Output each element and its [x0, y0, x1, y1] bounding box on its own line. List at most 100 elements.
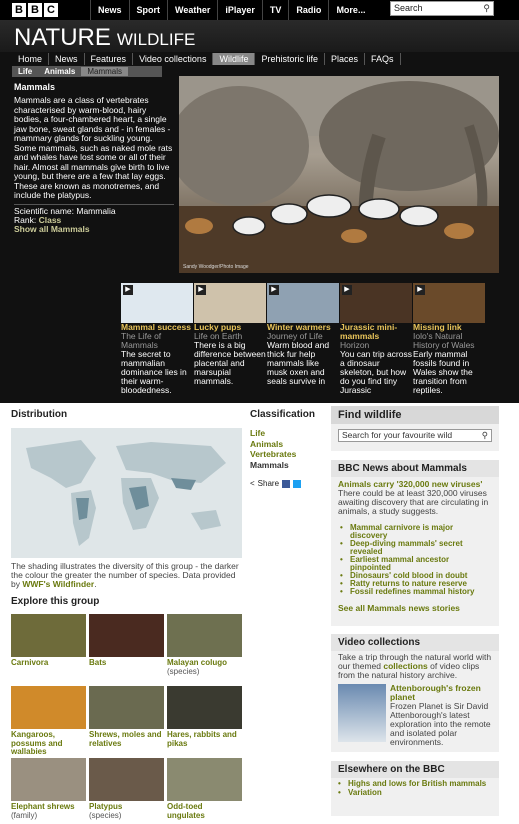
explore-item[interactable]: Shrews, moles and relatives	[89, 686, 164, 748]
carousel-item[interactable]: ▶ Winter warmers Journey of Life Warm bloo…	[267, 283, 339, 398]
explore-thumbnail[interactable]	[89, 686, 164, 729]
explore-thumbnail[interactable]	[167, 758, 242, 801]
nav-sport[interactable]: Sport	[128, 0, 168, 20]
play-icon[interactable]: ▶	[123, 285, 133, 295]
explore-label[interactable]: Kangaroos, possums and wallabies	[11, 730, 86, 757]
nav-weather[interactable]: Weather	[167, 0, 217, 20]
explore-label[interactable]: Carnivora	[11, 658, 86, 668]
list-item[interactable]: Mammal carnivore is major discovery	[338, 524, 492, 540]
explore-item[interactable]: Bats	[89, 614, 164, 668]
explore-item[interactable]: Platypus (species)	[89, 758, 164, 820]
find-wildlife-heading: Find wildlife	[331, 406, 499, 424]
explore-item[interactable]: Carnivora	[11, 614, 86, 668]
share-bar: < Share	[250, 479, 302, 488]
subnav-news[interactable]: News	[49, 53, 85, 65]
find-wildlife-input[interactable]: Search for your favourite wild ⚲	[338, 429, 492, 442]
explore-label[interactable]: Odd-toed ungulates	[167, 802, 242, 820]
carousel-desc: Warm blood and thick fur help mammals li…	[267, 340, 330, 386]
subnav-wildlife[interactable]: Wildlife	[213, 53, 256, 65]
explore-item[interactable]: Malayan colugo (species)	[167, 614, 242, 676]
classification-list: Life Animals Vertebrates Mammals	[250, 428, 322, 470]
hero-illustration	[179, 76, 499, 273]
explore-thumbnail[interactable]	[167, 686, 242, 729]
crumb-animals[interactable]: Animals	[38, 67, 81, 76]
search-icon[interactable]: ⚲	[483, 2, 490, 15]
explore-rank: (family)	[11, 810, 38, 820]
classification-vertebrates[interactable]: Vertebrates	[250, 449, 322, 460]
subnav-prehistoric-life[interactable]: Prehistoric life	[255, 53, 325, 65]
elsewhere-box: Elsewhere on the BBC Highs and lows for …	[331, 761, 499, 816]
facebook-icon[interactable]	[282, 479, 291, 488]
wwf-wildfinder-link[interactable]: WWF's Wildfinder	[22, 579, 94, 589]
carousel-title[interactable]: Jurassic mini-mammals	[340, 323, 412, 341]
explore-item[interactable]: Hares, rabbits and pikas	[167, 686, 242, 748]
explore-label[interactable]: Bats	[89, 658, 164, 668]
explore-thumbnail[interactable]	[11, 758, 86, 801]
carousel-item[interactable]: ▶ Lucky pups Life on Earth There is a big …	[194, 283, 266, 398]
frozen-planet-link[interactable]: Attenborough's frozen planet	[390, 684, 494, 702]
search-icon[interactable]: ⚲	[482, 430, 488, 441]
news-heading: BBC News about Mammals	[331, 460, 499, 477]
explore-thumbnail[interactable]	[11, 614, 86, 657]
explore-thumbnail[interactable]	[167, 614, 242, 657]
global-nav: News Sport Weather iPlayer TV Radio More…	[90, 0, 372, 20]
subnav-home[interactable]: Home	[12, 53, 50, 65]
explore-item[interactable]: Odd-toed ungulates	[167, 758, 242, 820]
list-item[interactable]: Fossil redefines mammal history	[338, 588, 492, 597]
explore-item[interactable]: Elephant shrews (family)	[11, 758, 86, 820]
taxonomy-meta: Scientific name: Mammalia Rank: Class Sh…	[14, 204, 174, 234]
video-thumbnail[interactable]: ▶	[121, 283, 193, 323]
subnav-features[interactable]: Features	[85, 53, 134, 65]
explore-item[interactable]: Kangaroos, possums and wallabies	[11, 686, 86, 757]
nav-news[interactable]: News	[90, 0, 129, 20]
bbc-logo[interactable]: B B C	[12, 3, 58, 17]
elsewhere-list: Highs and lows for British mammals Varia…	[331, 778, 499, 799]
video-thumbnail[interactable]: ▶	[413, 283, 485, 323]
subnav-video-collections[interactable]: Video collections	[133, 53, 214, 65]
subnav-faqs[interactable]: FAQs	[365, 53, 401, 65]
nav-tv[interactable]: TV	[261, 0, 289, 20]
global-search-input[interactable]: Search ⚲	[390, 1, 494, 16]
news-box: BBC News about Mammals Animals carry '32…	[331, 460, 499, 626]
video-thumbnail[interactable]: ▶	[267, 283, 339, 323]
nav-iplayer[interactable]: iPlayer	[217, 0, 262, 20]
carousel-item[interactable]: ▶ Jurassic mini-mammals Horizon You can tr…	[340, 283, 412, 398]
see-all-news-link[interactable]: See all Mammals news stories	[338, 603, 492, 613]
carousel-item[interactable]: ▶ Mammal success The Life of Mammals The s…	[121, 283, 193, 398]
title-wildlife: WILDLIFE	[116, 30, 196, 49]
explore-label[interactable]: Shrews, moles and relatives	[89, 730, 164, 748]
share-label[interactable]: Share	[258, 479, 279, 488]
frozen-planet-thumbnail[interactable]	[338, 684, 386, 742]
play-icon[interactable]: ▶	[342, 285, 352, 295]
video-thumbnail[interactable]: ▶	[340, 283, 412, 323]
list-item[interactable]: Earliest mammal ancestor pinpointed	[338, 556, 492, 572]
carousel-item[interactable]: ▶ Missing link Iolo's Natural History of …	[413, 283, 485, 398]
list-item[interactable]: Deep-diving mammals' secret revealed	[338, 540, 492, 556]
intro-body: Mammals are a class of vertebrates chara…	[14, 95, 173, 200]
classification-life[interactable]: Life	[250, 428, 322, 439]
elsewhere-heading: Elsewhere on the BBC	[331, 761, 499, 778]
play-icon[interactable]: ▶	[196, 285, 206, 295]
twitter-icon[interactable]	[293, 479, 302, 488]
nav-radio[interactable]: Radio	[288, 0, 328, 20]
classification-heading: Classification	[250, 409, 316, 420]
explore-label[interactable]: Hares, rabbits and pikas	[167, 730, 242, 748]
subnav-places[interactable]: Places	[325, 53, 366, 65]
explore-thumbnail[interactable]	[89, 758, 164, 801]
carousel-source: Iolo's Natural History of Wales	[413, 331, 475, 350]
explore-thumbnail[interactable]	[11, 686, 86, 729]
play-icon[interactable]: ▶	[269, 285, 279, 295]
classification-animals[interactable]: Animals	[250, 439, 322, 450]
logo-block: B	[28, 3, 42, 17]
play-icon[interactable]: ▶	[415, 285, 425, 295]
explore-thumbnail[interactable]	[89, 614, 164, 657]
page-title[interactable]: NATURE WILDLIFE	[14, 24, 195, 52]
classification-mammals: Mammals	[250, 459, 289, 470]
crumb-life[interactable]: Life	[12, 67, 38, 76]
nav-more[interactable]: More...	[328, 0, 372, 20]
bbc-global-bar: B B C News Sport Weather iPlayer TV Radi…	[0, 0, 519, 20]
video-thumbnail[interactable]: ▶	[194, 283, 266, 323]
share-icon[interactable]: <	[250, 479, 255, 488]
list-item[interactable]: Variation	[336, 788, 494, 798]
show-all-link[interactable]: Show all Mammals	[14, 225, 174, 234]
